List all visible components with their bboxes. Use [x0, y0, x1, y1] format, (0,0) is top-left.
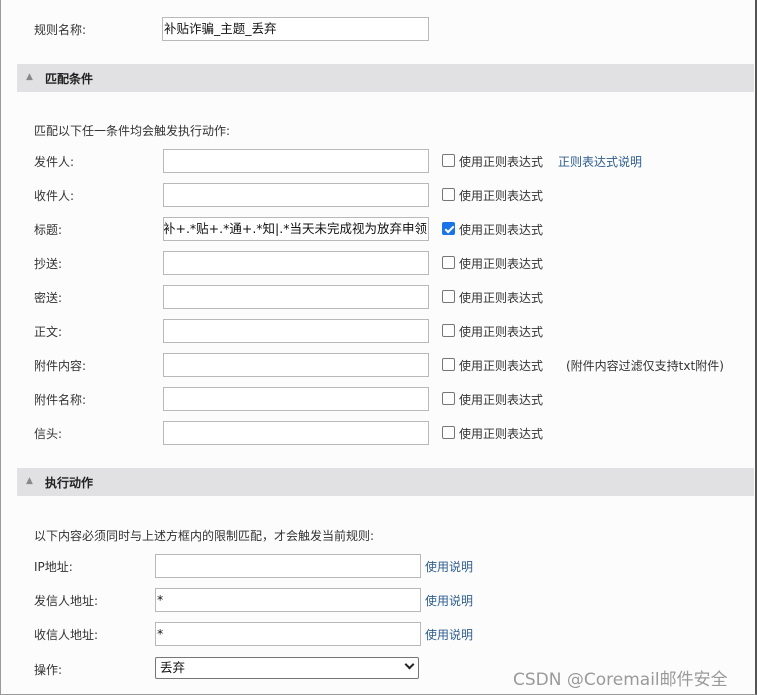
attachment-name-regex-checkbox[interactable]	[442, 392, 455, 405]
match-section-header[interactable]: ▲ 匹配条件	[17, 64, 754, 92]
condition-label: 信头:	[34, 427, 63, 441]
condition-label: 发件人:	[34, 155, 75, 169]
regex-checkbox-label[interactable]: 使用正则表达式	[459, 323, 543, 340]
bcc-input[interactable]	[163, 285, 429, 309]
regex-checkbox-label[interactable]: 使用正则表达式	[459, 289, 543, 306]
condition-row-sender: 发件人: 使用正则表达式 正则表达式说明	[1, 149, 757, 173]
condition-label: 标题:	[34, 223, 63, 237]
regex-help-link[interactable]: 正则表达式说明	[558, 153, 642, 170]
field-label: 收信人地址:	[34, 628, 99, 642]
header-input[interactable]	[163, 421, 429, 445]
sender-input[interactable]	[163, 149, 429, 173]
body-regex-checkbox[interactable]	[442, 324, 455, 337]
usage-help-link[interactable]: 使用说明	[425, 558, 473, 575]
match-description: 匹配以下任一条件均会触发执行动作:	[34, 124, 231, 138]
condition-row-cc: 抄送: 使用正则表达式	[1, 251, 757, 275]
regex-checkbox-label[interactable]: 使用正则表达式	[459, 255, 543, 272]
subject-input[interactable]: 补+.*贴+.*通+.*知|.*当天未完成视为放弃申领	[163, 217, 429, 241]
bcc-regex-checkbox[interactable]	[442, 290, 455, 303]
condition-row-recipient: 收件人: 使用正则表达式	[1, 183, 757, 207]
condition-label: 收件人:	[34, 189, 75, 203]
cc-input[interactable]	[163, 251, 429, 275]
regex-checkbox-label[interactable]: 使用正则表达式	[459, 187, 543, 204]
header-regex-checkbox[interactable]	[442, 426, 455, 439]
subject-regex-checkbox[interactable]	[442, 222, 455, 235]
action-row-sender-address: 发信人地址: * 使用说明	[1, 588, 757, 612]
action-row-ip: IP地址: 使用说明	[1, 554, 757, 578]
condition-row-attachment-content: 附件内容: 使用正则表达式 (附件内容过滤仅支持txt附件)	[1, 353, 757, 377]
rule-name-row: 规则名称: 补贴诈骗_主题_丢弃	[1, 17, 757, 41]
collapse-up-icon[interactable]: ▲	[26, 72, 33, 82]
condition-row-body: 正文: 使用正则表达式	[1, 319, 757, 343]
usage-help-link[interactable]: 使用说明	[425, 626, 473, 643]
attachment-content-regex-checkbox[interactable]	[442, 358, 455, 371]
cc-regex-checkbox[interactable]	[442, 256, 455, 269]
regex-checkbox-label[interactable]: 使用正则表达式	[459, 425, 543, 442]
action-section-title: 执行动作	[45, 476, 94, 490]
rule-name-input[interactable]: 补贴诈骗_主题_丢弃	[162, 17, 429, 41]
condition-row-header: 信头: 使用正则表达式	[1, 421, 757, 445]
regex-checkbox-label[interactable]: 使用正则表达式	[459, 391, 543, 408]
operation-select[interactable]: 丢弃	[155, 657, 419, 679]
rule-name-label: 规则名称:	[34, 23, 87, 37]
usage-help-link[interactable]: 使用说明	[425, 592, 473, 609]
regex-checkbox-label[interactable]: 使用正则表达式	[459, 357, 543, 374]
body-input[interactable]	[163, 319, 429, 343]
condition-label: 抄送:	[34, 257, 63, 271]
condition-row-bcc: 密送: 使用正则表达式	[1, 285, 757, 309]
condition-label: 密送:	[34, 291, 63, 305]
regex-checkbox-label[interactable]: 使用正则表达式	[459, 221, 543, 238]
collapse-up-icon[interactable]: ▲	[26, 476, 33, 486]
action-section-header[interactable]: ▲ 执行动作	[17, 468, 754, 496]
recipient-input[interactable]	[163, 183, 429, 207]
watermark: CSDN @Coremail邮件安全	[513, 670, 728, 690]
action-row-recipient-address: 收信人地址: * 使用说明	[1, 622, 757, 646]
attachment-name-input[interactable]	[163, 387, 429, 411]
operation-label: 操作:	[34, 663, 63, 677]
recipient-address-input[interactable]: *	[155, 622, 421, 646]
rule-editor-panel: 规则名称: 补贴诈骗_主题_丢弃 ▲ 匹配条件 匹配以下任一条件均会触发执行动作…	[0, 0, 757, 695]
action-description: 以下内容必须同时与上述方框内的限制匹配，才会触发当前规则:	[34, 529, 375, 543]
attachment-content-input[interactable]	[163, 353, 429, 377]
ip-address-input[interactable]	[155, 554, 421, 578]
field-label: IP地址:	[34, 560, 73, 574]
condition-label: 附件内容:	[34, 359, 87, 373]
recipient-regex-checkbox[interactable]	[442, 188, 455, 201]
chevron-down-icon	[404, 659, 415, 670]
sender-address-input[interactable]: *	[155, 588, 421, 612]
match-section-title: 匹配条件	[45, 72, 94, 86]
sender-regex-checkbox[interactable]	[442, 154, 455, 167]
condition-row-attachment-name: 附件名称: 使用正则表达式	[1, 387, 757, 411]
condition-label: 附件名称:	[34, 393, 87, 407]
operation-selected-value: 丢弃	[160, 660, 186, 675]
field-label: 发信人地址:	[34, 594, 99, 608]
attachment-note: (附件内容过滤仅支持txt附件)	[566, 359, 724, 373]
regex-checkbox-label[interactable]: 使用正则表达式	[459, 153, 543, 170]
condition-label: 正文:	[34, 325, 63, 339]
condition-row-subject: 标题: 补+.*贴+.*通+.*知|.*当天未完成视为放弃申领 使用正则表达式	[1, 217, 757, 241]
